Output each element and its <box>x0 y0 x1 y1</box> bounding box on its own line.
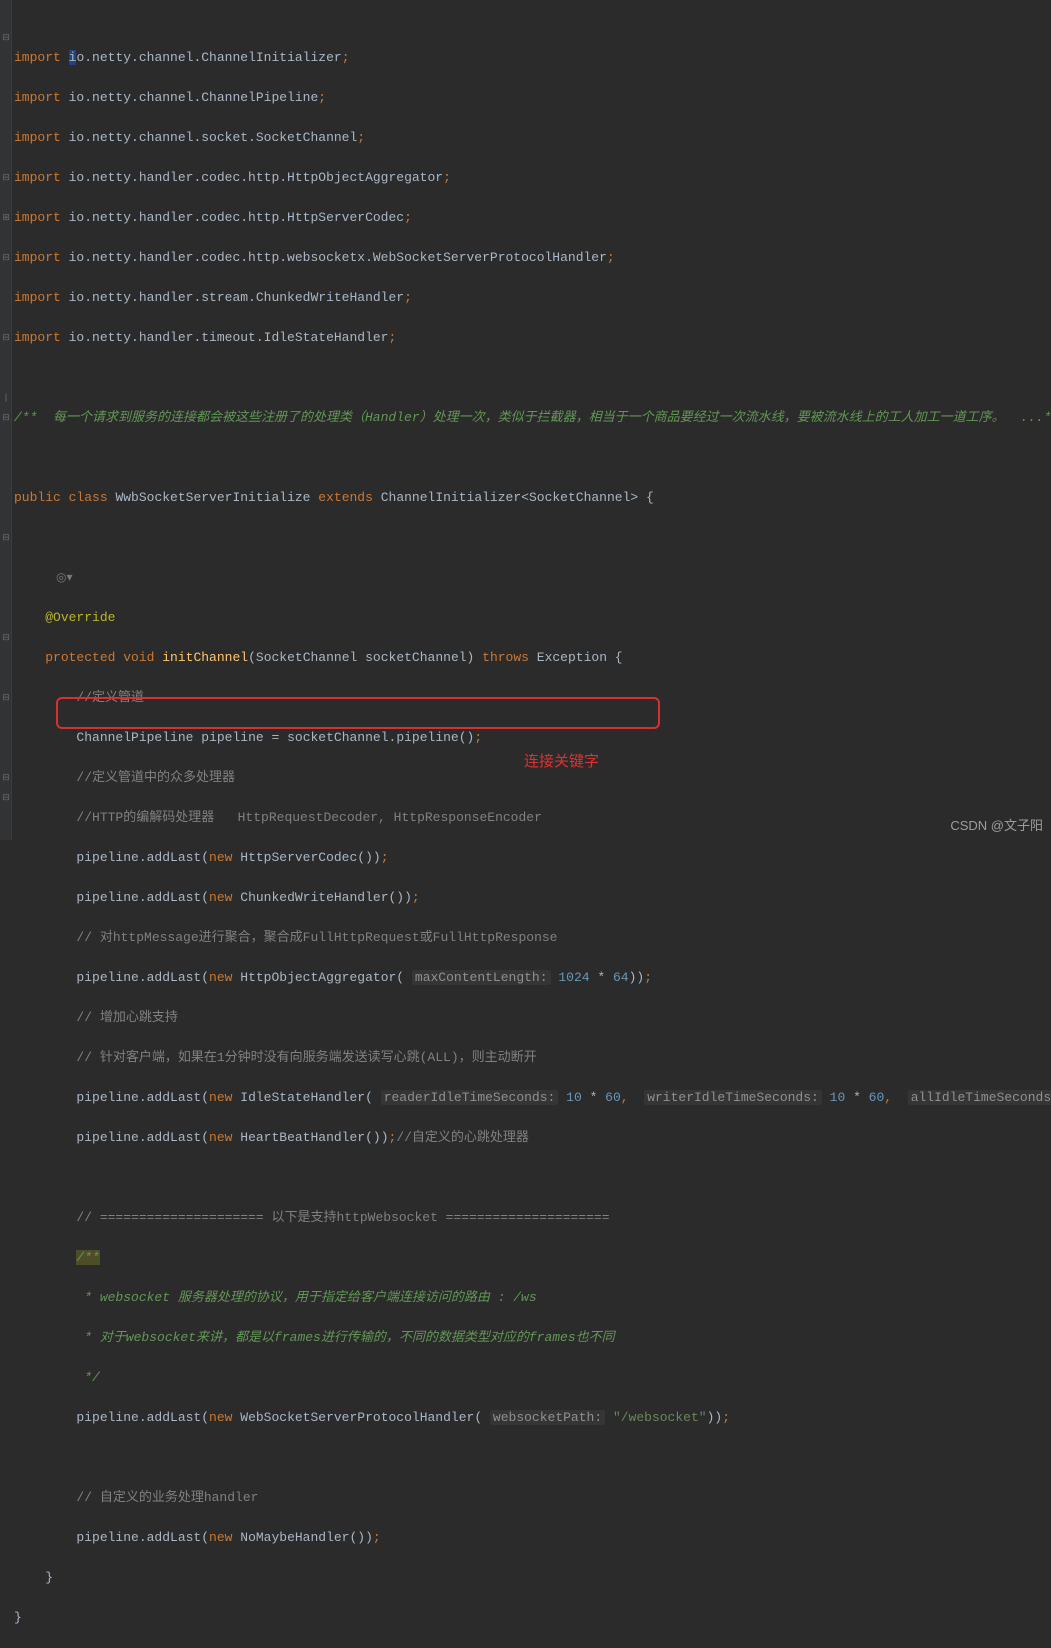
comment-line: //HTTP的编解码处理器 HttpRequestDecoder, HttpRe… <box>14 808 1051 828</box>
comment-line: // 针对客户端，如果在1分钟时没有向服务端发送读写心跳(ALL)，则主动断开 <box>14 1048 1051 1068</box>
addlast-websocket-line: pipeline.addLast(new WebSocketServerProt… <box>14 1408 1051 1428</box>
watermark: CSDN @文子阳 <box>950 815 1043 834</box>
param-hint: allIdleTimeSeconds: <box>908 1090 1051 1105</box>
addlast-line: pipeline.addLast(new HttpObjectAggregato… <box>14 968 1051 988</box>
comment-line: // 自定义的业务处理handler <box>14 1488 1051 1508</box>
class-doc-comment: /** 每一个请求到服务的连接都会被这些注册了的处理类（Handler）处理一次… <box>14 408 1051 428</box>
addlast-line: pipeline.addLast(new IdleStateHandler( r… <box>14 1088 1051 1108</box>
addlast-line: pipeline.addLast(new HeartBeatHandler())… <box>14 1128 1051 1148</box>
import-line: import io.netty.channel.ChannelPipeline; <box>14 88 1051 108</box>
param-hint: readerIdleTimeSeconds: <box>381 1090 559 1105</box>
param-hint: writerIdleTimeSeconds: <box>644 1090 822 1105</box>
import-line: import io.netty.channel.ChannelInitializ… <box>14 48 1051 68</box>
addlast-line: pipeline.addLast(new NoMaybeHandler()); <box>14 1528 1051 1548</box>
doc-comment: * 对于websocket来讲，都是以frames进行传输的，不同的数据类型对应… <box>14 1328 1051 1348</box>
comment-line: //定义管道中的众多处理器 <box>14 768 1051 788</box>
import-line: import io.netty.handler.codec.http.HttpS… <box>14 208 1051 228</box>
gutter-fold-icons: ⊟ ⊟ ⊞⊟ ⊟ |⊟ ⊟ ⊟ ⊟ ⊟⊟ <box>1 28 11 808</box>
class-signature: public class WwbSocketServerInitialize e… <box>14 488 1051 508</box>
import-line: import io.netty.handler.codec.http.webso… <box>14 248 1051 268</box>
doc-comment: /** <box>14 1248 1051 1268</box>
comment-line: // ===================== 以下是支持httpWebsoc… <box>14 1208 1051 1228</box>
comment-line: // 增加心跳支持 <box>14 1008 1051 1028</box>
param-hint: maxContentLength: <box>412 970 551 985</box>
override-gutter-icon[interactable]: ◎▾ <box>56 568 73 588</box>
import-keyword: import <box>14 50 61 65</box>
import-line: import io.netty.handler.stream.ChunkedWr… <box>14 288 1051 308</box>
import-path: o.netty.channel.ChannelInitializer <box>76 50 341 65</box>
addlast-line: pipeline.addLast(new ChunkedWriteHandler… <box>14 888 1051 908</box>
comment-line: // 对httpMessage进行聚合，聚合成FullHttpRequest或F… <box>14 928 1051 948</box>
addlast-line: pipeline.addLast(new HttpServerCodec()); <box>14 848 1051 868</box>
doc-comment: */ <box>14 1368 1051 1388</box>
method-signature: protected void initChannel(SocketChannel… <box>14 648 1051 668</box>
import-line: import io.netty.channel.socket.SocketCha… <box>14 128 1051 148</box>
pipeline-declaration: ChannelPipeline pipeline = socketChannel… <box>14 728 1051 748</box>
icon-row: ◎▾ <box>14 568 1051 588</box>
doc-comment: * websocket 服务器处理的协议，用于指定给客户端连接访问的路由 : /… <box>14 1288 1051 1308</box>
comment-line: //定义管道----------------------------------… <box>14 688 1051 708</box>
import-line: import io.netty.handler.codec.http.HttpO… <box>14 168 1051 188</box>
import-line: import io.netty.handler.timeout.IdleStat… <box>14 328 1051 348</box>
param-hint: websocketPath: <box>490 1410 605 1425</box>
close-brace: } <box>14 1568 1051 1588</box>
code-editor[interactable]: import io.netty.channel.ChannelInitializ… <box>14 28 1051 1648</box>
close-brace: } <box>14 1608 1051 1628</box>
annotation-label: 连接关键字 <box>524 750 599 771</box>
override-annotation: @Override <box>14 608 1051 628</box>
